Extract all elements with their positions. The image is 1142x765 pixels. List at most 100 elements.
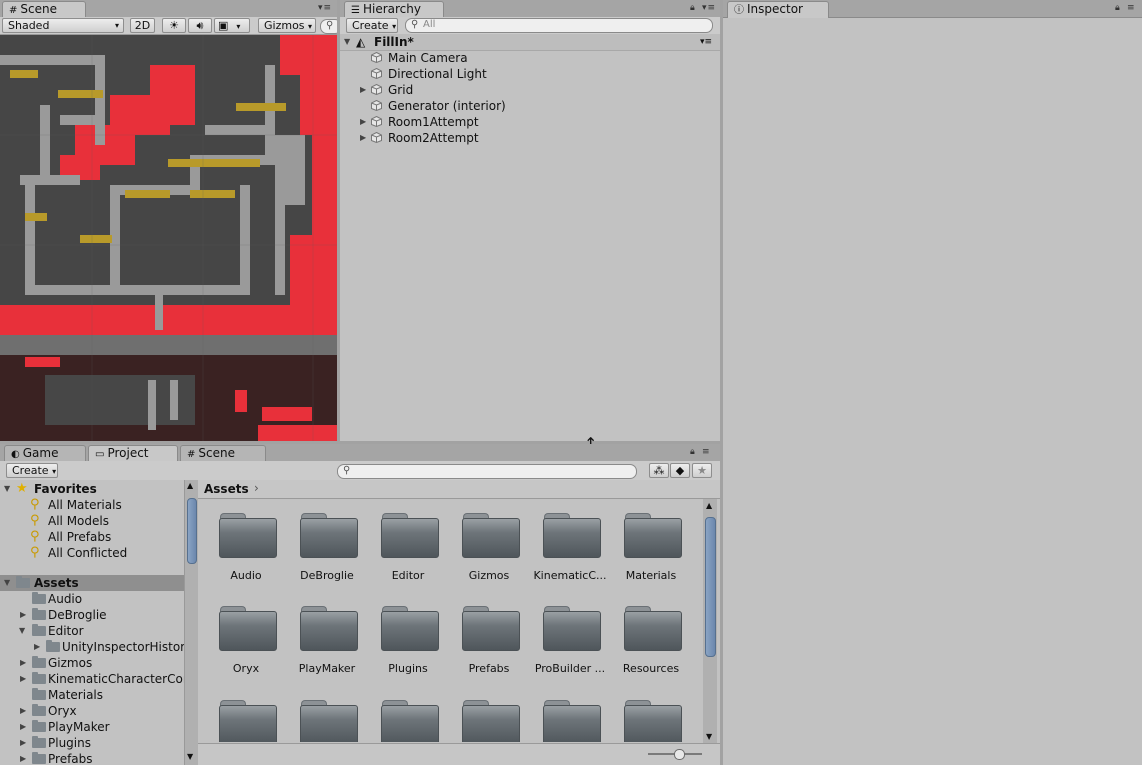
slider-thumb[interactable]	[674, 749, 685, 760]
collapsed-arrow-icon[interactable]: ▶	[360, 130, 366, 146]
icon-size-slider[interactable]	[648, 749, 702, 760]
asset-folder[interactable]	[611, 700, 691, 742]
expanded-arrow-icon[interactable]: ▼	[4, 481, 10, 497]
assets-tree-item[interactable]: ▼ Editor	[0, 623, 184, 639]
collapsed-arrow-icon[interactable]: ▶	[20, 607, 26, 623]
tab-project[interactable]: ▭ Project	[88, 445, 178, 462]
tab-scene-2[interactable]: # Scene	[180, 445, 266, 461]
scroll-up-arrow-icon[interactable]: ▲	[187, 481, 193, 490]
scene-menu-icon[interactable]: ▾≡	[700, 34, 712, 50]
hierarchy-item[interactable]: Generator (interior)	[340, 98, 720, 114]
search-icon: ⚲	[326, 20, 334, 31]
asset-folder[interactable]: Gizmos	[449, 513, 529, 583]
assets-tree-item[interactable]: ▶ PlayMaker	[0, 719, 184, 735]
panel-menu-icon[interactable]: ▾≡	[318, 3, 332, 13]
grid-scroll-thumb[interactable]	[705, 517, 716, 657]
collapsed-arrow-icon[interactable]: ▶	[34, 639, 40, 655]
favorites-item[interactable]: ⚲ All Prefabs	[0, 529, 184, 545]
effects-dropdown[interactable]: ▣ ▾	[214, 18, 250, 33]
asset-folder[interactable]: PlayMaker	[287, 606, 367, 676]
asset-folder[interactable]: DeBroglie	[287, 513, 367, 583]
asset-folder[interactable]: Materials	[611, 513, 691, 583]
collapsed-arrow-icon[interactable]: ▶	[20, 719, 26, 735]
collapsed-arrow-icon[interactable]: ▶	[20, 735, 26, 751]
hierarchy-item[interactable]: Main Camera	[340, 50, 720, 66]
scroll-down-arrow-icon[interactable]: ▼	[187, 752, 193, 761]
collapsed-arrow-icon[interactable]: ▶	[360, 82, 366, 98]
hierarchy-item[interactable]: Directional Light	[340, 66, 720, 82]
tab-inspector[interactable]: ⓘ Inspector	[727, 1, 829, 18]
hierarchy-item[interactable]: ▶ Grid	[340, 82, 720, 98]
expanded-arrow-icon[interactable]: ▼	[19, 623, 25, 639]
assets-tree-item[interactable]: ▶ DeBroglie	[0, 607, 184, 623]
asset-folder[interactable]: KinematicC...	[530, 513, 610, 583]
gizmos-dropdown[interactable]: Gizmos ▾	[258, 18, 316, 33]
filter-by-type-button[interactable]: ⁂	[649, 463, 669, 478]
assets-tree-item[interactable]: Audio	[0, 591, 184, 607]
assets-tree-item[interactable]: ▶ UnityInspectorHistory	[0, 639, 184, 655]
hierarchy-search[interactable]: ⚲ All	[405, 18, 713, 33]
tab-game[interactable]: ◐ Game	[4, 445, 86, 461]
asset-folder[interactable]: Audio	[206, 513, 286, 583]
expanded-arrow-icon[interactable]: ▼	[4, 575, 10, 591]
tab-hierarchy[interactable]: ☰ Hierarchy	[344, 1, 444, 18]
scroll-down-arrow-icon[interactable]: ▼	[706, 732, 712, 741]
dropdown-arrow-icon: ▾	[52, 467, 57, 476]
favorites-item[interactable]: ⚲ All Conflicted	[0, 545, 184, 561]
favorites-button[interactable]: ★	[692, 463, 712, 478]
favorites-item[interactable]: ⚲ All Models	[0, 513, 184, 529]
hierarchy-item[interactable]: ▶ Room1Attempt	[340, 114, 720, 130]
scene-search[interactable]: ⚲	[320, 19, 337, 34]
lock-icon[interactable]: 🔒︎	[690, 447, 696, 457]
tree-scroll-thumb[interactable]	[187, 498, 197, 564]
asset-folder[interactable]: Oryx	[206, 606, 286, 676]
panel-menu-icon[interactable]: ▾≡	[702, 3, 716, 13]
folder-icon	[624, 513, 682, 559]
lock-icon[interactable]: 🔒︎	[1115, 3, 1121, 13]
expanded-arrow-icon[interactable]: ▼	[344, 34, 350, 50]
asset-folder[interactable]	[206, 700, 286, 742]
assets-tree-item[interactable]: ▶ Prefabs	[0, 751, 184, 765]
favorites-header[interactable]: ▼ ★ Favorites	[0, 481, 184, 497]
assets-header[interactable]: ▼ Assets	[0, 575, 184, 591]
asset-folder[interactable]	[368, 700, 448, 742]
2d-toggle[interactable]: 2D	[130, 18, 155, 33]
assets-tree-item[interactable]: ▶ Gizmos	[0, 655, 184, 671]
asset-folder[interactable]	[287, 700, 367, 742]
lighting-toggle[interactable]: ☀	[162, 18, 186, 33]
shading-mode-dropdown[interactable]: Shaded ▾	[2, 18, 124, 33]
grid-scrollbar[interactable]: ▲ ▼	[703, 499, 717, 743]
asset-folder[interactable]	[530, 700, 610, 742]
collapsed-arrow-icon[interactable]: ▶	[20, 703, 26, 719]
asset-folder[interactable]: Resources	[611, 606, 691, 676]
lock-icon[interactable]: 🔒︎	[690, 3, 696, 13]
collapsed-arrow-icon[interactable]: ▶	[20, 751, 26, 765]
audio-toggle[interactable]: 🔊︎	[188, 18, 212, 33]
tab-scene[interactable]: # Scene	[2, 1, 86, 18]
hierarchy-create-dropdown[interactable]: Create ▾	[346, 18, 398, 33]
panel-menu-icon[interactable]: ≡	[702, 447, 711, 457]
collapsed-arrow-icon[interactable]: ▶	[20, 671, 26, 687]
panel-menu-icon[interactable]: ≡	[1127, 3, 1136, 13]
collapsed-arrow-icon[interactable]: ▶	[360, 114, 366, 130]
assets-tree-item[interactable]: ▶ Oryx	[0, 703, 184, 719]
assets-tree-item[interactable]: ▶ KinematicCharacterCon	[0, 671, 184, 687]
project-create-dropdown[interactable]: Create ▾	[6, 463, 58, 478]
asset-folder[interactable]: Plugins	[368, 606, 448, 676]
favorites-item[interactable]: ⚲ All Materials	[0, 497, 184, 513]
assets-tree-item[interactable]: ▶ Plugins	[0, 735, 184, 751]
asset-folder[interactable]: ProBuilder ...	[530, 606, 610, 676]
project-search[interactable]: ⚲	[337, 464, 637, 479]
asset-folder[interactable]: Prefabs	[449, 606, 529, 676]
scene-viewport[interactable]	[0, 35, 337, 441]
collapsed-arrow-icon[interactable]: ▶	[20, 655, 26, 671]
filter-by-label-button[interactable]: ◆	[670, 463, 690, 478]
scene-root-row[interactable]: ▼ ◭ FillIn* ▾≡	[340, 34, 720, 51]
hierarchy-item[interactable]: ▶ Room2Attempt	[340, 130, 720, 146]
tree-scrollbar[interactable]: ▲ ▼	[184, 480, 198, 765]
assets-tree-item[interactable]: Materials	[0, 687, 184, 703]
breadcrumb-assets[interactable]: Assets	[204, 482, 249, 496]
asset-folder[interactable]	[449, 700, 529, 742]
asset-folder[interactable]: Editor	[368, 513, 448, 583]
scroll-up-arrow-icon[interactable]: ▲	[706, 501, 712, 510]
